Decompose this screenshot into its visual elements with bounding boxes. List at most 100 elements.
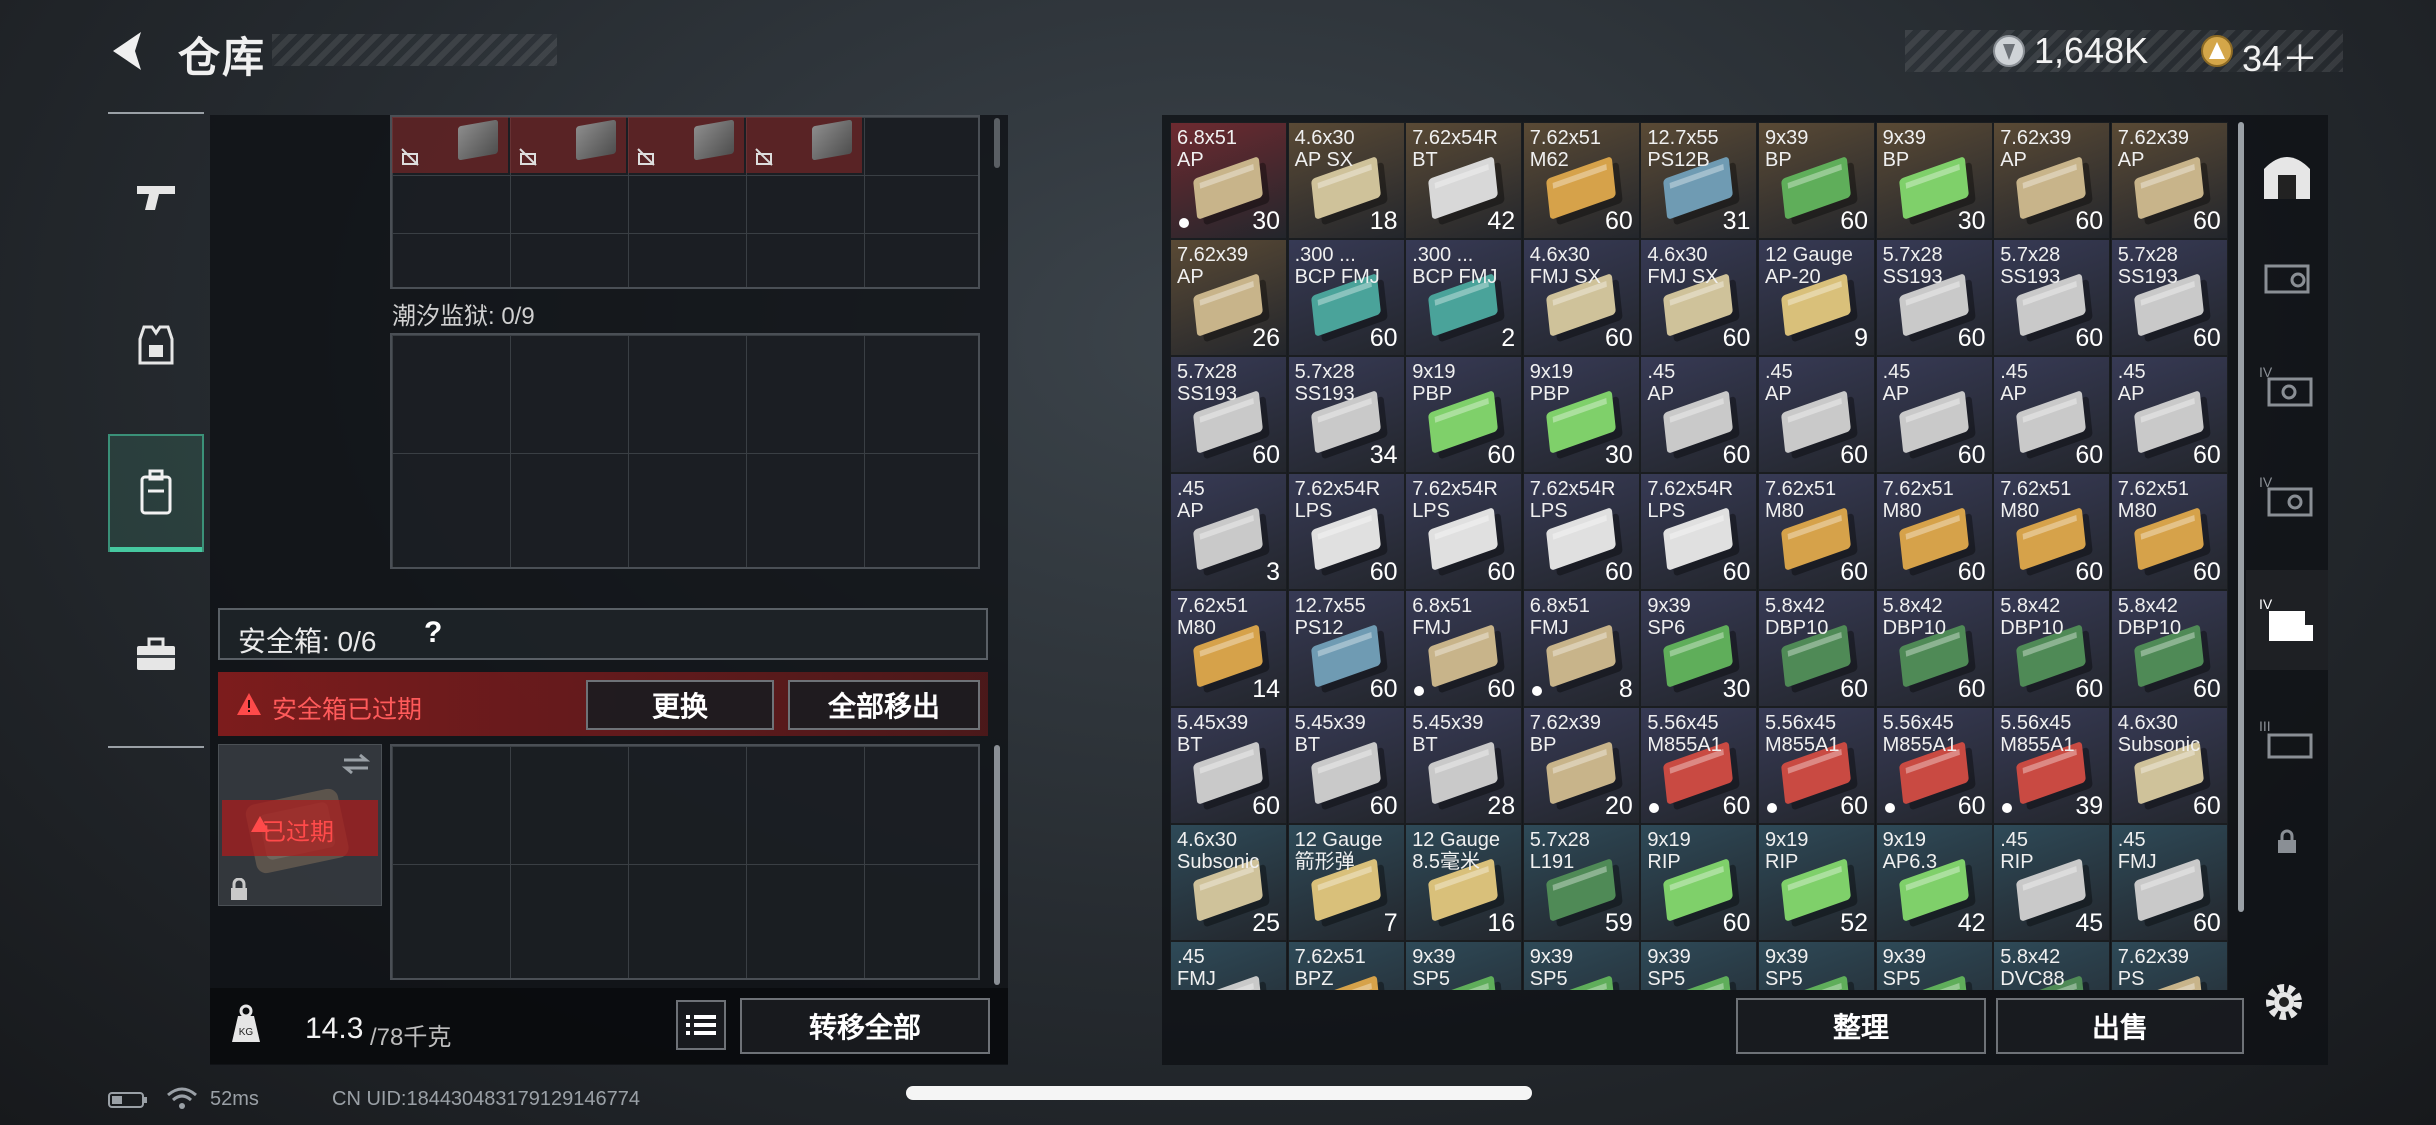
inventory-cell[interactable]: 6.8x51 AP 30	[1170, 122, 1287, 239]
inventory-cell[interactable]: 9x39 BP 30	[1875, 122, 1993, 239]
inventory-cell[interactable]: 5.45x39 BT 60	[1287, 707, 1405, 824]
inventory-cell[interactable]: 4.6x30 FMJ SX 60	[1640, 239, 1758, 356]
inventory-cell[interactable]: .300 ... BCP FMJ 60	[1287, 239, 1405, 356]
grid-slot-item[interactable]	[746, 117, 862, 173]
home-indicator[interactable]	[906, 1086, 1532, 1100]
inventory-cell[interactable]: 5.56x45 M855A1 60	[1875, 707, 1993, 824]
inventory-cell[interactable]: 7.62x54R LPS 60	[1640, 473, 1758, 590]
inventory-cell[interactable]: 7.62x54R BT 42	[1405, 122, 1523, 239]
inventory-cell[interactable]: 12 Gauge 箭形弹 7	[1287, 824, 1405, 941]
inventory-cell[interactable]: 5.7x28 SS193 34	[1287, 356, 1405, 473]
inventory-cell[interactable]: 9x19 RIP 60	[1640, 824, 1758, 941]
inventory-cell[interactable]: 12.7x55 PS12B 31	[1640, 122, 1758, 239]
tab-locker[interactable]	[2246, 126, 2328, 226]
list-view-button[interactable]	[676, 1000, 726, 1050]
inventory-cell[interactable]: 5.45x39 BT 60	[1170, 707, 1287, 824]
inventory-cell[interactable]: 9x39 SP5	[1522, 941, 1640, 990]
inventory-cell[interactable]: .45 AP 60	[1993, 356, 2111, 473]
gear-icon[interactable]	[2262, 980, 2306, 1024]
inventory-cell[interactable]: 7.62x54R LPS 60	[1522, 473, 1640, 590]
grid-slot-item[interactable]	[510, 117, 626, 173]
inventory-cell[interactable]: 9x19 RIP 52	[1758, 824, 1875, 941]
inventory-cell[interactable]: 9x39 SP5	[1405, 941, 1523, 990]
tab-container-1[interactable]	[2246, 226, 2328, 326]
sort-button[interactable]: 整理	[1736, 998, 1986, 1054]
inventory-cell[interactable]: 4.6x30 AP SX 18	[1287, 122, 1405, 239]
container-scrollbar[interactable]	[994, 745, 1000, 985]
transfer-all-button[interactable]: 转移全部	[740, 998, 990, 1054]
inventory-cell[interactable]: 5.7x28 L191 59	[1522, 824, 1640, 941]
inventory-cell[interactable]: 5.8x42 DBP10 60	[2110, 590, 2228, 707]
back-arrow-icon[interactable]	[105, 28, 151, 74]
inventory-cell[interactable]: 7.62x39 PS	[2110, 941, 2228, 990]
inventory-cell[interactable]: 7.62x39 AP 60	[1993, 122, 2111, 239]
inventory-cell[interactable]: 5.8x42 DVC88	[1993, 941, 2111, 990]
sell-button[interactable]: 出售	[1996, 998, 2244, 1054]
inventory-cell[interactable]: .45 FMJ	[1170, 941, 1287, 990]
inventory-cell[interactable]: 7.62x54R LPS 60	[1287, 473, 1405, 590]
inventory-cell[interactable]: 5.8x42 DBP10 60	[1758, 590, 1875, 707]
inventory-cell[interactable]: 6.8x51 FMJ 60	[1405, 590, 1523, 707]
container-grid-top[interactable]	[390, 115, 980, 289]
help-icon[interactable]: ?	[424, 616, 442, 650]
inventory-cell[interactable]: 7.62x39 AP 26	[1170, 239, 1287, 356]
inventory-cell[interactable]: 5.56x45 M855A1 60	[1758, 707, 1875, 824]
inventory-cell[interactable]: 5.8x42 DBP10 60	[1993, 590, 2111, 707]
inventory-cell[interactable]: 4.6x30 FMJ SX 60	[1522, 239, 1640, 356]
inventory-cell[interactable]: 5.7x28 SS193 60	[1170, 356, 1287, 473]
nav-backpack[interactable]	[108, 434, 204, 552]
inventory-cell[interactable]: .45 AP 3	[1170, 473, 1287, 590]
tab-container-iv-c[interactable]: IV	[2246, 570, 2328, 670]
inventory-cell[interactable]: 5.7x28 SS193 60	[1875, 239, 1993, 356]
inventory-cell[interactable]: 5.7x28 SS193 60	[1993, 239, 2111, 356]
inventory-cell[interactable]: 7.62x51 M62 60	[1522, 122, 1640, 239]
inventory-cell[interactable]: 7.62x51 M80 60	[1875, 473, 1993, 590]
inventory-cell[interactable]: 9x39 SP6 30	[1640, 590, 1758, 707]
inventory-cell[interactable]: 9x39 SP5	[1640, 941, 1758, 990]
inventory-cell[interactable]: 7.62x51 M80 60	[2110, 473, 2228, 590]
inventory-cell[interactable]: 7.62x51 BPZ	[1287, 941, 1405, 990]
container-scrollbar-top[interactable]	[994, 118, 1000, 168]
gold-amount[interactable]: 34＋	[2242, 30, 2318, 82]
inventory-cell[interactable]: 7.62x51 M80 14	[1170, 590, 1287, 707]
nav-supplies[interactable]	[108, 604, 204, 704]
tab-container-iv-b[interactable]: IV	[2246, 446, 2328, 546]
tab-container-iii[interactable]: III	[2246, 690, 2328, 790]
inventory-cell[interactable]: 5.7x28 SS193 60	[2110, 239, 2228, 356]
replace-button[interactable]: 更换	[586, 680, 774, 730]
inventory-cell[interactable]: 7.62x51 M80 60	[1993, 473, 2111, 590]
inventory-cell[interactable]: 7.62x39 AP 60	[2110, 122, 2228, 239]
inventory-cell[interactable]: 9x39 SP5	[1875, 941, 1993, 990]
inventory-cell[interactable]: .300 ... BCP FMJ 2	[1405, 239, 1523, 356]
nav-armor[interactable]	[108, 296, 204, 396]
inventory-cell[interactable]: 12 Gauge 8.5毫米 16	[1405, 824, 1523, 941]
tab-locked[interactable]	[2246, 792, 2328, 892]
inventory-cell[interactable]: 5.45x39 BT 28	[1405, 707, 1523, 824]
inventory-cell[interactable]: 9x39 BP 60	[1758, 122, 1875, 239]
inventory-cell[interactable]: 5.8x42 DBP10 60	[1875, 590, 1993, 707]
inventory-cell[interactable]: 7.62x51 M80 60	[1758, 473, 1875, 590]
inventory-cell[interactable]: .45 AP 60	[1875, 356, 1993, 473]
inventory-cell[interactable]: 9x19 PBP 30	[1522, 356, 1640, 473]
inventory-cell[interactable]: 7.62x39 BP 20	[1522, 707, 1640, 824]
safe-box-grid[interactable]	[390, 744, 980, 980]
move-all-out-button[interactable]: 全部移出	[788, 680, 980, 730]
inventory-cell[interactable]: .45 RIP 45	[1993, 824, 2111, 941]
grid-slot-item[interactable]	[392, 117, 508, 173]
inventory-cell[interactable]: 5.56x45 M855A1 60	[1640, 707, 1758, 824]
inventory-cell[interactable]: .45 FMJ 60	[2110, 824, 2228, 941]
inventory-cell[interactable]: 12 Gauge AP-20 9	[1758, 239, 1875, 356]
inventory-cell[interactable]: 9x19 PBP 60	[1405, 356, 1523, 473]
prison-grid[interactable]	[390, 333, 980, 569]
inventory-cell[interactable]: 12.7x55 PS12 60	[1287, 590, 1405, 707]
inventory-cell[interactable]: .45 AP 60	[1758, 356, 1875, 473]
inventory-cell[interactable]: .45 AP 60	[2110, 356, 2228, 473]
inventory-cell[interactable]: 4.6x30 Subsonic 60	[2110, 707, 2228, 824]
inventory-cell[interactable]: 9x39 SP5	[1758, 941, 1875, 990]
inventory-cell[interactable]: 7.62x54R LPS 60	[1405, 473, 1523, 590]
inventory-cell[interactable]: 5.56x45 M855A1 39	[1993, 707, 2111, 824]
inventory-cell[interactable]: .45 AP 60	[1640, 356, 1758, 473]
swap-icon[interactable]	[340, 752, 372, 776]
inventory-cell[interactable]: 4.6x30 Subsonic 25	[1170, 824, 1287, 941]
nav-weapons[interactable]	[108, 146, 204, 246]
